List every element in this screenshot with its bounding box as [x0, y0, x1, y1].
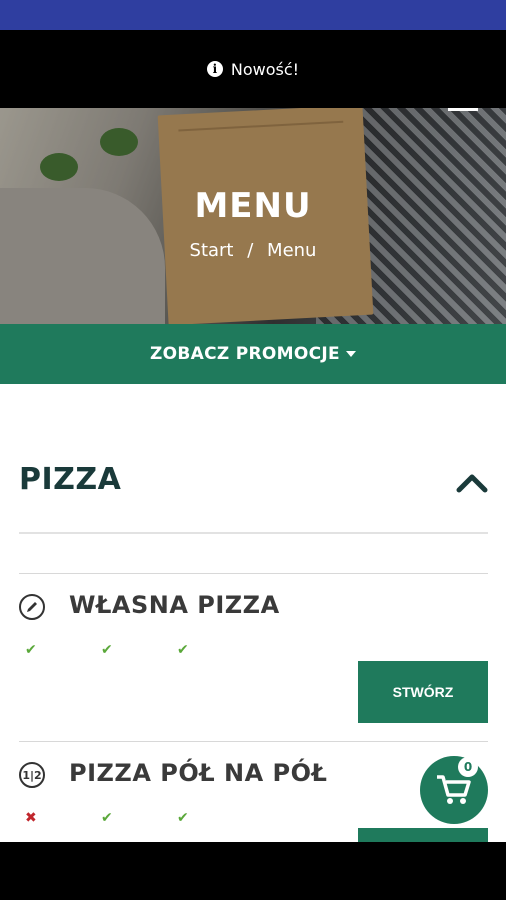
section-title: PIZZA — [19, 462, 122, 497]
check-icon: ✔ — [177, 642, 189, 658]
chevron-up-icon[interactable] — [456, 472, 488, 494]
create-half-pizza-button[interactable] — [358, 828, 488, 842]
check-icon: ✔ — [177, 810, 189, 826]
check-icon: ✔ — [25, 642, 37, 658]
product-flags: ✖ ✔ ✔ — [25, 810, 253, 826]
info-icon: i — [206, 61, 223, 77]
menu-toggle-icon[interactable] — [448, 108, 478, 111]
see-promotions-label: ZOBACZ PROMOCJE — [150, 344, 340, 364]
product-name: PIZZA PÓŁ NA PÓŁ — [69, 759, 328, 787]
product-name: WŁASNA PIZZA — [69, 591, 280, 619]
breadcrumb-separator: / — [247, 240, 254, 261]
product-item: WŁASNA PIZZA ✔ ✔ ✔ STWÓRZ — [19, 591, 488, 724]
see-promotions-button[interactable]: ZOBACZ PROMOCJE — [0, 324, 506, 384]
cart-icon — [437, 775, 471, 804]
news-notice-bar[interactable]: i Nowość! — [0, 30, 506, 108]
cross-icon: ✖ — [25, 810, 37, 826]
menu-hero-banner: MENU Start / Menu — [0, 108, 506, 324]
breadcrumb: Start / Menu — [0, 240, 506, 261]
news-notice-label: Nowość! — [230, 59, 300, 79]
breadcrumb-start-link[interactable]: Start — [190, 240, 234, 261]
product-item: 1|2 PIZZA PÓŁ NA PÓŁ ✖ ✔ ✔ — [19, 759, 488, 842]
cart-count-badge: 0 — [458, 757, 478, 777]
system-navigation-bar — [0, 842, 506, 900]
caret-down-icon — [345, 351, 356, 357]
status-bar — [0, 0, 506, 30]
check-icon: ✔ — [101, 642, 113, 658]
divider — [19, 741, 488, 742]
check-icon: ✔ — [101, 810, 113, 826]
page-title: MENU — [194, 186, 312, 226]
product-flags: ✔ ✔ ✔ — [25, 642, 253, 658]
half-half-icon: 1|2 — [19, 762, 45, 788]
create-pizza-button[interactable]: STWÓRZ — [358, 661, 488, 723]
divider — [19, 573, 488, 574]
breadcrumb-current: Menu — [267, 240, 317, 261]
pizza-section-header[interactable]: PIZZA — [19, 462, 488, 534]
pencil-icon — [19, 594, 45, 620]
